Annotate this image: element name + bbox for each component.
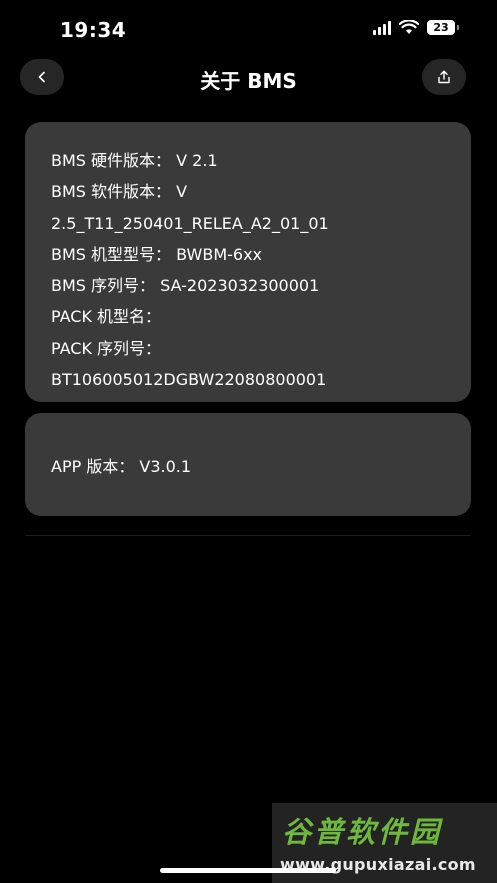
status-indicators: 23	[373, 20, 459, 35]
pack-serial-number: PACK 序列号：	[51, 338, 162, 358]
wifi-icon	[399, 20, 419, 35]
bms-software-version-value: 2.5_T11_250401_RELEA_A2_01_01	[51, 213, 329, 233]
share-button[interactable]	[422, 59, 466, 95]
bms-software-version: BMS 软件版本： V	[51, 182, 188, 202]
bms-hardware-version: BMS 硬件版本： V 2.1	[51, 151, 218, 170]
pack-serial-number-value: BT106005012DGBW22080800001	[51, 370, 327, 390]
battery-icon: 23	[427, 20, 459, 35]
watermark-logo: 谷普软件园	[282, 815, 443, 849]
bms-info-card: BMS 硬件版本： V 2.1 BMS 软件版本： V 2.5_T11_2504…	[25, 122, 471, 402]
pack-model-name: PACK 机型名：	[51, 307, 162, 327]
cellular-signal-icon	[373, 20, 391, 35]
share-icon	[438, 70, 450, 84]
status-time: 19:34	[60, 18, 127, 42]
divider	[25, 535, 471, 536]
bms-model: BMS 机型型号： BWBM-6xx	[51, 244, 263, 264]
bms-serial-number: BMS 序列号： SA-2023032300001	[51, 276, 320, 296]
status-bar: 19:34 23	[0, 0, 497, 60]
app-info-card: APP 版本： V3.0.1	[25, 413, 471, 516]
app-version: APP 版本： V3.0.1	[51, 457, 192, 476]
home-indicator[interactable]	[160, 868, 336, 873]
nav-bar: 关于 BMS	[0, 56, 497, 104]
